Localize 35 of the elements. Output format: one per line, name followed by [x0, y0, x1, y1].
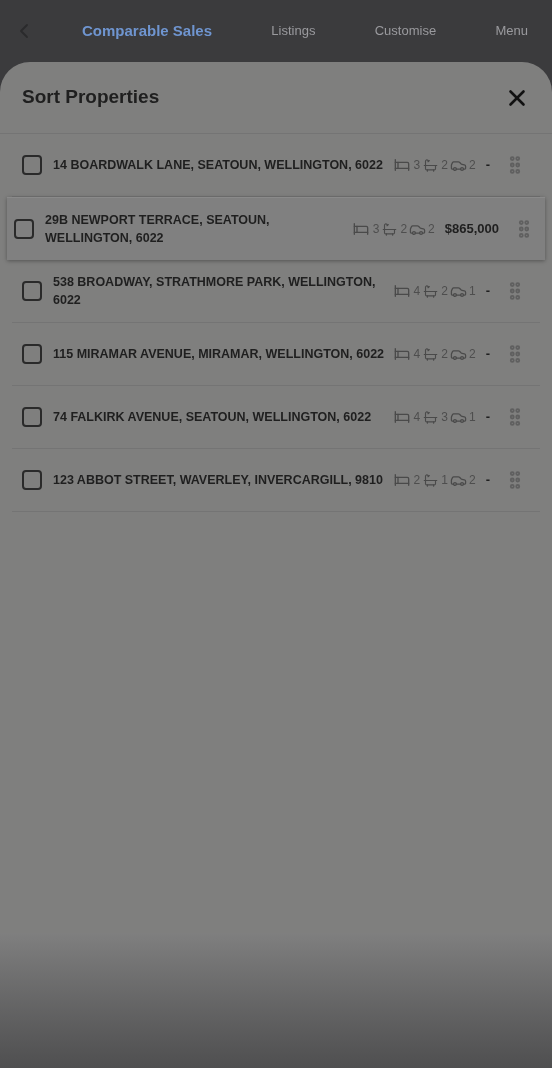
checkbox[interactable] — [22, 281, 42, 301]
property-address: 74 FALKIRK AVENUE, SEATOUN, WELLINGTON, 6022 — [53, 409, 373, 426]
nav-tab[interactable]: Comparable Sales — [82, 19, 213, 43]
property-address: 115 MIRAMAR AVENUE, MIRAMAR, WELLINGTON, 6022 — [53, 346, 386, 363]
property-price: - — [485, 156, 490, 175]
bath-icon — [423, 157, 439, 173]
bath-icon — [423, 472, 439, 488]
nav-tab[interactable]: Customise — [374, 21, 437, 41]
bed-icon — [393, 283, 410, 299]
nav-tab[interactable]: Listings — [271, 21, 316, 41]
bed-icon — [393, 472, 410, 488]
checkbox[interactable] — [14, 219, 34, 239]
bed-icon — [352, 221, 369, 237]
property-price: - — [485, 282, 490, 301]
bed-icon — [393, 409, 410, 425]
property-address: 29B NEWPORT TERRACE, SEATOUN, WELLINGTON, 6022 — [45, 212, 271, 247]
checkbox[interactable] — [22, 344, 42, 364]
checkbox[interactable] — [22, 470, 42, 490]
nav-tab[interactable]: Menu — [495, 21, 528, 41]
property-address: 14 BOARDWALK LANE, SEATOUN, WELLINGTON, 6022 — [53, 157, 384, 174]
bath-icon — [423, 283, 439, 299]
property-address: 538 BROADWAY, STRATHMORE PARK, WELLINGTON, 6022 — [53, 274, 377, 309]
property-price: - — [485, 471, 490, 490]
checkbox[interactable] — [22, 155, 42, 175]
checkbox[interactable] — [22, 407, 42, 427]
bed-icon — [393, 157, 410, 173]
property-address: 123 ABBOT STREET, WAVERLEY, INVERCARGILL, 9810 — [53, 472, 384, 489]
property-price: - — [485, 408, 490, 427]
bath-icon — [423, 409, 439, 425]
bath-icon — [382, 221, 398, 237]
bath-icon — [423, 346, 439, 362]
property-price: - — [485, 345, 490, 364]
sheet-title: Sort Properties — [22, 85, 160, 110]
property-price: $865,000 — [444, 220, 499, 239]
bed-icon — [393, 346, 410, 362]
